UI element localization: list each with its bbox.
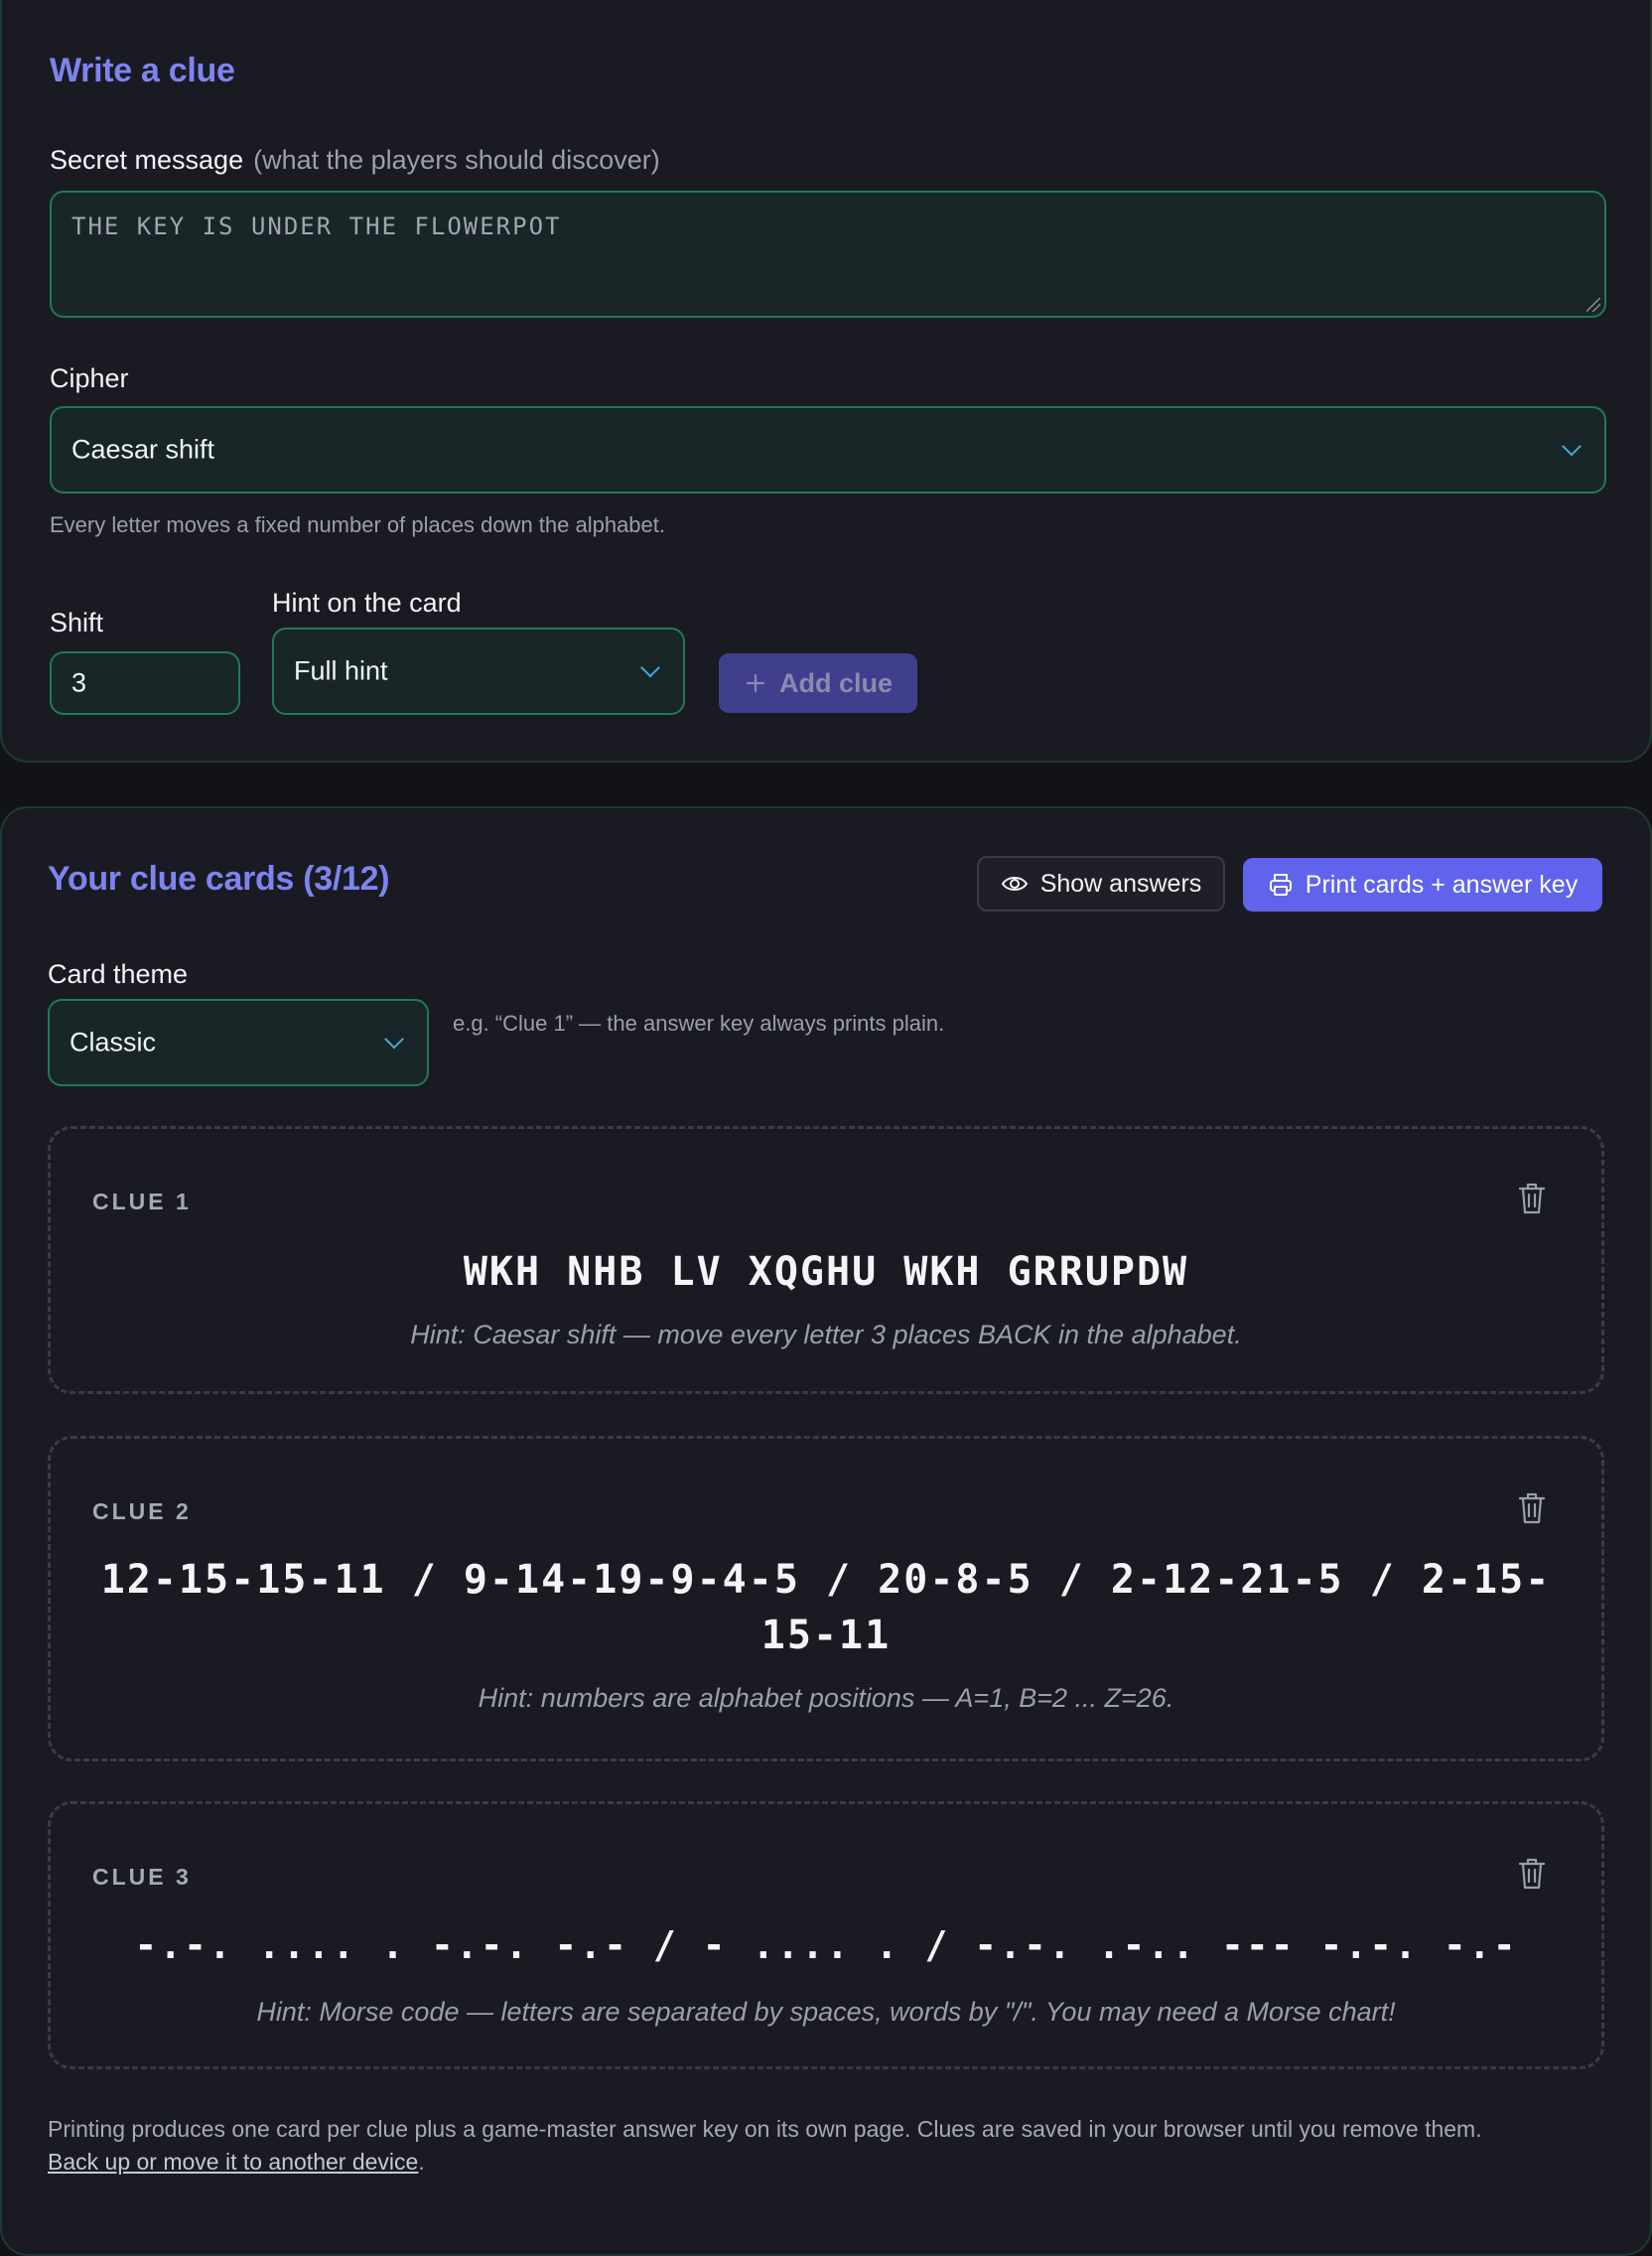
footer-text: Printing produces one card per clue plus… bbox=[48, 2116, 1482, 2142]
secret-message-input[interactable]: THE KEY IS UNDER THE FLOWERPOT bbox=[50, 191, 1606, 318]
secret-message-label-text: Secret message bbox=[50, 145, 244, 175]
chevron-down-icon bbox=[384, 1029, 404, 1050]
footer-end: . bbox=[418, 2149, 425, 2175]
trash-icon[interactable] bbox=[1518, 1183, 1546, 1214]
show-answers-label: Show answers bbox=[1039, 869, 1202, 898]
clue-card: CLUE 1 WKH NHB LV XQGHU WKH GRRUPDW Hint… bbox=[48, 1126, 1604, 1394]
eye-icon bbox=[1001, 877, 1028, 891]
add-clue-button[interactable]: Add clue bbox=[719, 653, 917, 713]
show-answers-button[interactable]: Show answers bbox=[977, 856, 1225, 912]
write-clue-title: Write a clue bbox=[50, 52, 235, 89]
clue-cipher-text: 12-15-15-11 / 9-14-19-9-4-5 / 20-8-5 / 2… bbox=[100, 1557, 1552, 1658]
footer-note: Printing produces one card per clue plus… bbox=[48, 2113, 1616, 2179]
chevron-down-icon bbox=[640, 657, 660, 678]
chevron-down-icon bbox=[1562, 436, 1582, 457]
backup-link[interactable]: Back up or move it to another device bbox=[48, 2149, 418, 2175]
clue-card: CLUE 3 -.-. .... . -.-. -.- / - .... . /… bbox=[48, 1801, 1604, 2069]
write-clue-panel: Write a clue Secret message (what the pla… bbox=[0, 0, 1652, 763]
cipher-select-value: Caesar shift bbox=[71, 434, 215, 465]
clue-hint: Hint: Caesar shift — move every letter 3… bbox=[410, 1320, 1242, 1349]
clue-card-title: CLUE 2 bbox=[92, 1498, 192, 1524]
shift-input[interactable]: 3 bbox=[50, 651, 240, 715]
card-theme-help: e.g. “Clue 1” — the answer key always pr… bbox=[453, 1011, 945, 1036]
clue-card-title: CLUE 1 bbox=[92, 1189, 192, 1214]
clue-cipher-text: -.-. .... . -.-. -.- / - .... . / -.-. .… bbox=[134, 1923, 1518, 1967]
cipher-help: Every letter moves a fixed number of pla… bbox=[50, 512, 666, 537]
add-clue-label: Add clue bbox=[778, 667, 893, 698]
clue-card: CLUE 2 12-15-15-11 / 9-14-19-9-4-5 / 20-… bbox=[48, 1436, 1604, 1762]
printer-icon bbox=[1269, 874, 1292, 896]
trash-icon[interactable] bbox=[1518, 1492, 1546, 1524]
shift-value: 3 bbox=[71, 667, 87, 698]
secret-message-value: THE KEY IS UNDER THE FLOWERPOT bbox=[71, 212, 562, 240]
plus-icon bbox=[746, 673, 765, 693]
resize-grip-icon[interactable] bbox=[1586, 298, 1600, 312]
clue-cipher-text: WKH NHB LV XQGHU WKH GRRUPDW bbox=[463, 1249, 1189, 1295]
cipher-label: Cipher bbox=[50, 363, 129, 393]
trash-icon[interactable] bbox=[1518, 1858, 1546, 1890]
clue-card-title: CLUE 3 bbox=[92, 1864, 192, 1890]
secret-message-sublabel: (what the players should discover) bbox=[253, 145, 660, 175]
hint-select-value: Full hint bbox=[294, 655, 388, 686]
card-theme-value: Classic bbox=[69, 1027, 157, 1058]
card-theme-select[interactable]: Classic bbox=[48, 999, 429, 1086]
clue-cards-title: Your clue cards (3/12) bbox=[48, 860, 390, 898]
cipher-select[interactable]: Caesar shift bbox=[50, 406, 1606, 494]
hint-on-card-label: Hint on the card bbox=[272, 588, 462, 618]
shift-label: Shift bbox=[50, 608, 104, 637]
card-theme-label: Card theme bbox=[48, 959, 189, 989]
secret-message-label: Secret message (what the players should d… bbox=[50, 145, 660, 176]
clue-hint: Hint: numbers are alphabet positions — A… bbox=[478, 1683, 1174, 1713]
hint-select[interactable]: Full hint bbox=[272, 628, 685, 715]
print-cards-button[interactable]: Print cards + answer key bbox=[1243, 858, 1602, 912]
clue-hint: Hint: Morse code — letters are separated… bbox=[256, 1997, 1396, 2027]
print-cards-label: Print cards + answer key bbox=[1305, 870, 1579, 899]
